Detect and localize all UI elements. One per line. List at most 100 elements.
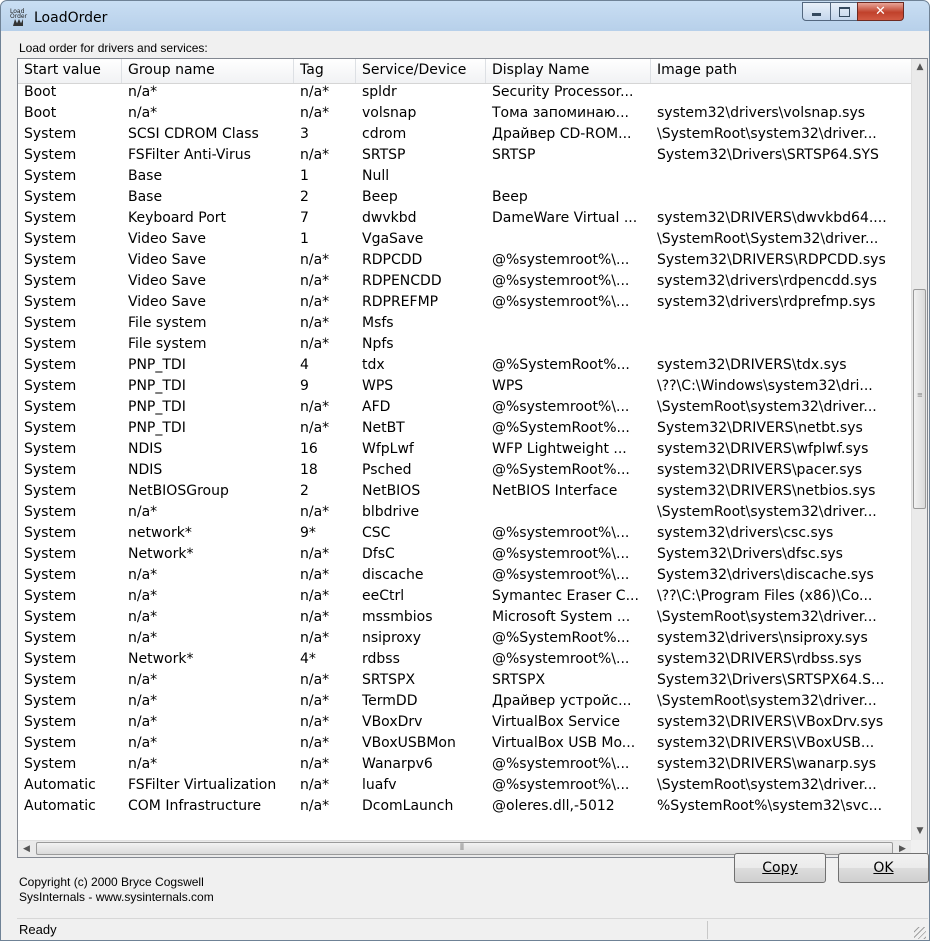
cell-tag: n/a* xyxy=(300,588,330,604)
cell-image-path xyxy=(651,83,911,104)
copyright-line: Copyright (c) 2000 Bryce Cogswell xyxy=(19,875,204,889)
cell-image-path: system32\DRIVERS\wanarp.sys xyxy=(657,756,876,772)
table-row[interactable]: System network* 9* CSC @%systemroot%\... syst… xyxy=(18,524,911,545)
section-label: Load order for drivers and services: xyxy=(19,41,208,55)
table-row[interactable]: System PNP_TDI n/a* AFD @%systemroot%\... \Sy… xyxy=(18,398,911,419)
resize-grip-icon[interactable] xyxy=(914,927,926,939)
column-header-image-path[interactable]: Image path xyxy=(651,59,911,83)
column-header-start-value[interactable]: Start value xyxy=(18,59,122,83)
ok-button[interactable]: OK xyxy=(838,853,929,883)
close-button[interactable]: ✕ xyxy=(857,2,904,21)
table-row[interactable]: System n/a* n/a* VBoxDrv VirtualBox Service s… xyxy=(18,713,911,734)
cell-tag: n/a* xyxy=(300,798,330,814)
cell-start-value: System xyxy=(24,567,77,583)
table-row[interactable]: System Video Save n/a* RDPCDD @%systemroot%\… xyxy=(18,251,911,272)
cell-service-device: Beep xyxy=(362,189,398,205)
cell-image-path: System32\drivers\discache.sys xyxy=(657,567,874,583)
table-row[interactable]: System File system n/a* Npfs xyxy=(18,335,911,356)
cell-start-value: System xyxy=(24,189,77,205)
cell-service-device: Msfs xyxy=(362,315,394,331)
cell-tag: 9 xyxy=(300,378,309,394)
table-row[interactable]: System NetBIOSGroup 2 NetBIOS NetBIOS Interf… xyxy=(18,482,911,503)
table-row[interactable]: System PNP_TDI 9 WPS WPS \??\C:\Windows\syste… xyxy=(18,377,911,398)
column-header-service-device[interactable]: Service/Device xyxy=(356,59,486,83)
cell-display-name: WFP Lightweight ... xyxy=(492,441,627,457)
table-row[interactable]: System n/a* n/a* mssmbios Microsoft System .… xyxy=(18,608,911,629)
cell-group-name: n/a* xyxy=(128,756,158,772)
table-row[interactable]: Boot n/a* n/a* spldr Security Processor... xyxy=(18,83,911,104)
table-row[interactable]: System n/a* n/a* SRTSPX SRTSPX System32\Drive… xyxy=(18,671,911,692)
cell-start-value: System xyxy=(24,609,77,625)
table-row[interactable]: Boot n/a* n/a* volsnap Тома запоминаю... syst… xyxy=(18,104,911,125)
scroll-up-arrow-icon[interactable]: ▲ xyxy=(912,59,927,76)
cell-group-name: Base xyxy=(128,168,163,184)
cell-start-value: System xyxy=(24,357,77,373)
table-row[interactable]: System PNP_TDI n/a* NetBT @%SystemRoot%... Sy… xyxy=(18,419,911,440)
column-header-display-name[interactable]: Display Name xyxy=(486,59,651,83)
table-row[interactable]: System Base 1 Null xyxy=(18,167,911,188)
cell-service-device: TermDD xyxy=(362,693,418,709)
column-header-group-name[interactable]: Group name xyxy=(122,59,294,83)
cell-start-value: System xyxy=(24,252,77,268)
table-row[interactable]: System n/a* n/a* nsiproxy @%SystemRoot%... sy… xyxy=(18,629,911,650)
table-row[interactable]: System SCSI CDROM Class 3 cdrom Драйвер CD-R… xyxy=(18,125,911,146)
cell-group-name: n/a* xyxy=(128,693,158,709)
column-header-tag[interactable]: Tag xyxy=(294,59,356,83)
scroll-left-arrow-icon[interactable]: ◀ xyxy=(18,841,35,857)
table-row[interactable]: System PNP_TDI 4 tdx @%SystemRoot%... system3… xyxy=(18,356,911,377)
cell-service-device: AFD xyxy=(362,399,391,415)
table-row[interactable]: Automatic FSFilter Virtualization n/a* luaf… xyxy=(18,776,911,797)
cell-image-path: %SystemRoot%\system32\svc... xyxy=(657,798,883,814)
table-row[interactable]: System n/a* n/a* discache @%systemroot%\... S… xyxy=(18,566,911,587)
table-row[interactable]: System Network* n/a* DfsC @%systemroot%\... S… xyxy=(18,545,911,566)
table-row[interactable]: System n/a* n/a* Wanarpv6 @%systemroot%\... s… xyxy=(18,755,911,776)
title-bar[interactable]: Load Order LoadOrder ✕ xyxy=(1,1,929,35)
cell-display-name: SRTSPX xyxy=(492,672,546,688)
table-row[interactable]: System FSFilter Anti-Virus n/a* SRTSP SRTSP S… xyxy=(18,146,911,167)
cell-tag: n/a* xyxy=(300,777,330,793)
cell-start-value: System xyxy=(24,210,77,226)
cell-service-device: cdrom xyxy=(362,126,407,142)
cell-display-name xyxy=(486,167,651,188)
scroll-down-arrow-icon[interactable]: ▼ xyxy=(912,823,927,840)
maximize-button[interactable] xyxy=(830,2,858,21)
table-row[interactable]: System n/a* n/a* eeCtrl Symantec Eraser C...… xyxy=(18,587,911,608)
table-row[interactable]: System n/a* n/a* blbdrive \SystemRoot\system… xyxy=(18,503,911,524)
table-row[interactable]: System NDIS 18 Psched @%SystemRoot%... system… xyxy=(18,461,911,482)
cell-start-value: System xyxy=(24,714,77,730)
copy-button[interactable]: Copy xyxy=(734,853,826,883)
cell-display-name: @%systemroot%\... xyxy=(492,756,630,772)
cell-start-value: System xyxy=(24,525,77,541)
vertical-scrollbar[interactable]: ▲ ≡ ▼ xyxy=(911,59,927,840)
table-row[interactable]: System Video Save n/a* RDPREFMP @%systemroot… xyxy=(18,293,911,314)
table-row[interactable]: System Network* 4* rdbss @%systemroot%\... sy… xyxy=(18,650,911,671)
table-row[interactable]: System n/a* n/a* VBoxUSBMon VirtualBox USB M… xyxy=(18,734,911,755)
table-row[interactable]: System Base 2 Beep Beep xyxy=(18,188,911,209)
cell-group-name: Video Save xyxy=(128,252,207,268)
table-row[interactable]: System Video Save n/a* RDPENCDD @%systemroot… xyxy=(18,272,911,293)
load-order-list[interactable]: Start value Group name Tag Service/Devic… xyxy=(17,58,928,858)
table-row[interactable]: System File system n/a* Msfs xyxy=(18,314,911,335)
table-row[interactable]: System NDIS 16 WfpLwf WFP Lightweight ... sys… xyxy=(18,440,911,461)
cell-image-path: system32\drivers\rdprefmp.sys xyxy=(657,294,876,310)
cell-display-name xyxy=(486,314,651,335)
cell-tag: n/a* xyxy=(300,147,330,163)
cell-group-name: n/a* xyxy=(128,567,158,583)
client-area: Load order for drivers and services: Sta… xyxy=(17,35,929,940)
minimize-button[interactable] xyxy=(802,2,831,21)
grip-icon: ≡ xyxy=(917,391,923,399)
table-row[interactable]: System Keyboard Port 7 dwvkbd DameWare Virtu… xyxy=(18,209,911,230)
cell-group-name: File system xyxy=(128,315,207,331)
cell-tag: 7 xyxy=(300,210,309,226)
table-row[interactable]: System n/a* n/a* TermDD Драйвер устройс... \S… xyxy=(18,692,911,713)
table-row[interactable]: System Video Save 1 VgaSave \SystemRoot\Syst… xyxy=(18,230,911,251)
cell-display-name: @%systemroot%\... xyxy=(492,777,630,793)
cell-group-name: Video Save xyxy=(128,273,207,289)
cell-service-device: RDPCDD xyxy=(362,252,423,268)
cell-group-name: COM Infrastructure xyxy=(128,798,262,814)
cell-service-device: VBoxUSBMon xyxy=(362,735,456,751)
vertical-scroll-thumb[interactable]: ≡ xyxy=(913,289,926,509)
table-row[interactable]: Automatic COM Infrastructure n/a* DcomLaunc… xyxy=(18,797,911,818)
cell-start-value: System xyxy=(24,126,77,142)
cell-image-path: system32\DRIVERS\netbios.sys xyxy=(657,483,876,499)
